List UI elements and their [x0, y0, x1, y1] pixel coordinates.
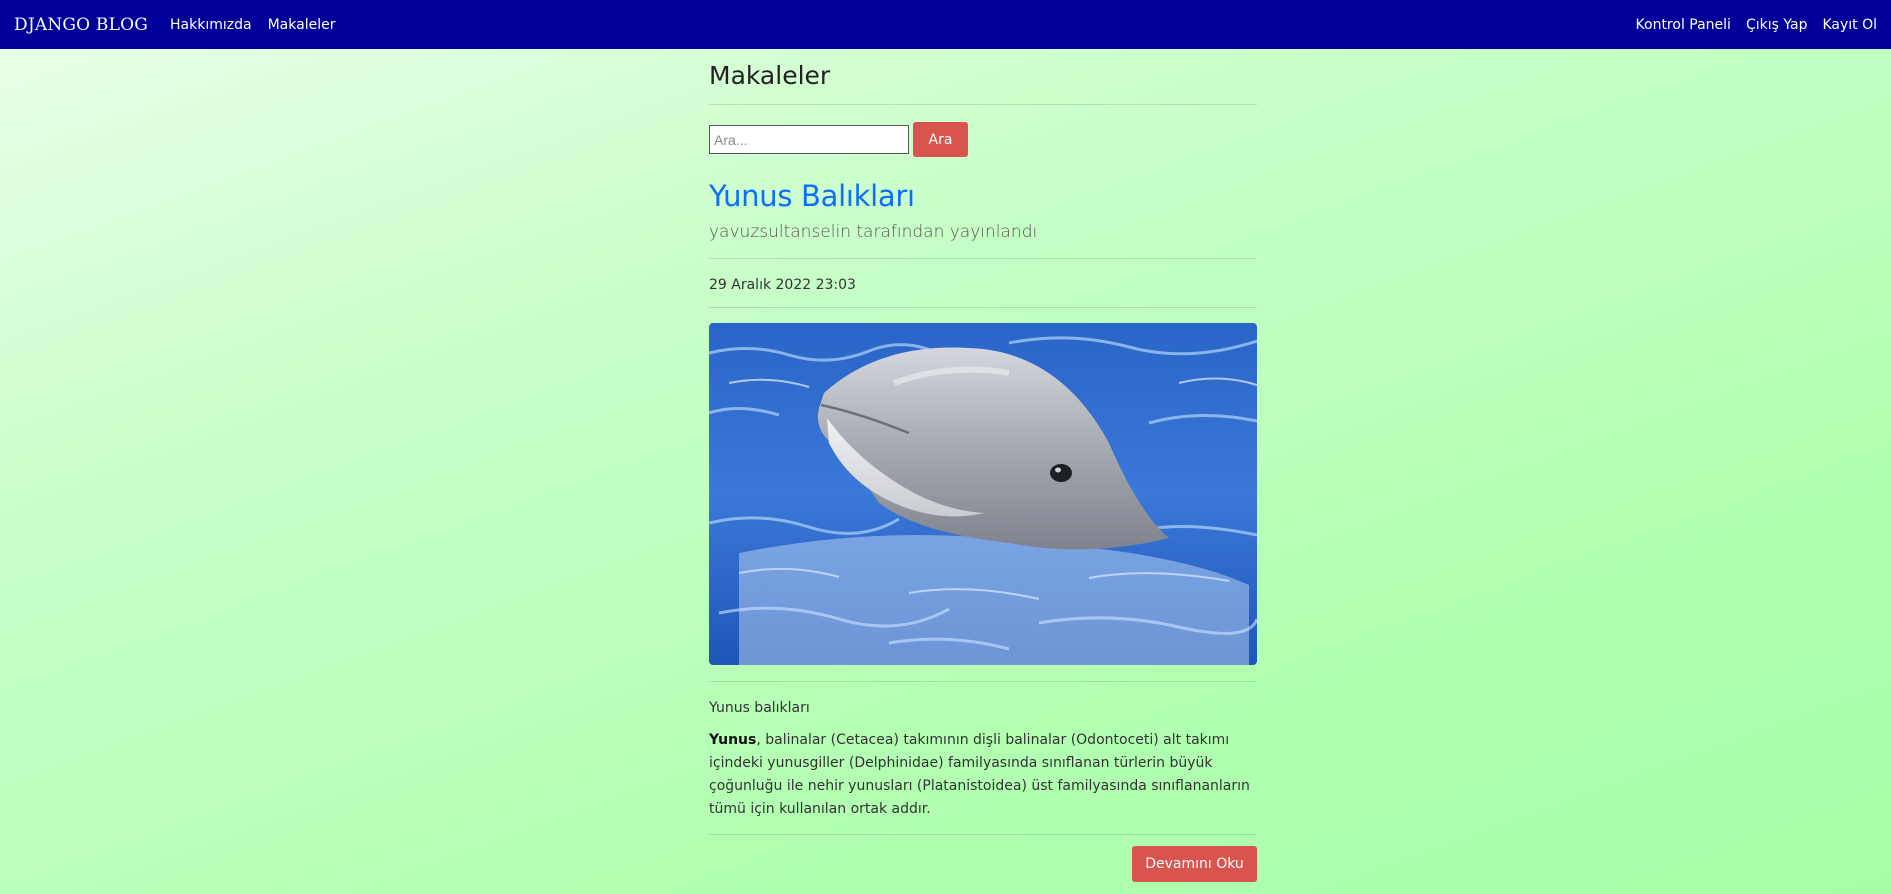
divider: [709, 833, 1257, 835]
article-title-link[interactable]: Yunus Balıkları: [709, 179, 1257, 214]
article-lead: Yunus balıkları: [709, 699, 810, 716]
navbar-left: DJANGO BLOG Hakkımızda Makaleler: [14, 15, 351, 35]
navbar-right: Kontrol Paneli Çıkış Yap Kayıt Ol: [1621, 17, 1877, 33]
divider: [709, 306, 1257, 308]
main-content: Makaleler Ara Yunus Balıkları yavuzsulta…: [709, 49, 1257, 882]
article-excerpt-text: , balinalar (Cetacea) takımının dişli ba…: [709, 731, 1250, 817]
nav-link-about[interactable]: Hakkımızda: [170, 17, 252, 33]
top-navbar: DJANGO BLOG Hakkımızda Makaleler Kontrol…: [0, 0, 1891, 49]
search-input[interactable]: [709, 125, 909, 154]
nav-link-register[interactable]: Kayıt Ol: [1822, 17, 1877, 33]
divider: [709, 680, 1257, 682]
read-more-button[interactable]: Devamını Oku: [1132, 845, 1257, 882]
divider: [709, 104, 1257, 105]
article-excerpt-bold: Yunus: [709, 731, 757, 748]
brand-link[interactable]: DJANGO BLOG: [14, 15, 148, 35]
nav-link-dashboard[interactable]: Kontrol Paneli: [1636, 17, 1731, 33]
search-form: Ara: [709, 122, 1257, 157]
article-author: yavuzsultanselin tarafından yayınlandı: [709, 221, 1038, 242]
dolphin-image: [709, 322, 1257, 665]
article-date: 29 Aralık 2022 23:03: [709, 276, 856, 293]
divider: [709, 257, 1257, 259]
page-title: Makaleler: [709, 61, 831, 90]
search-button[interactable]: Ara: [913, 122, 968, 157]
nav-link-articles[interactable]: Makaleler: [268, 17, 336, 33]
article-excerpt: Yunus, balinalar (Cetacea) takımının diş…: [709, 729, 1257, 821]
nav-link-logout[interactable]: Çıkış Yap: [1746, 17, 1808, 33]
